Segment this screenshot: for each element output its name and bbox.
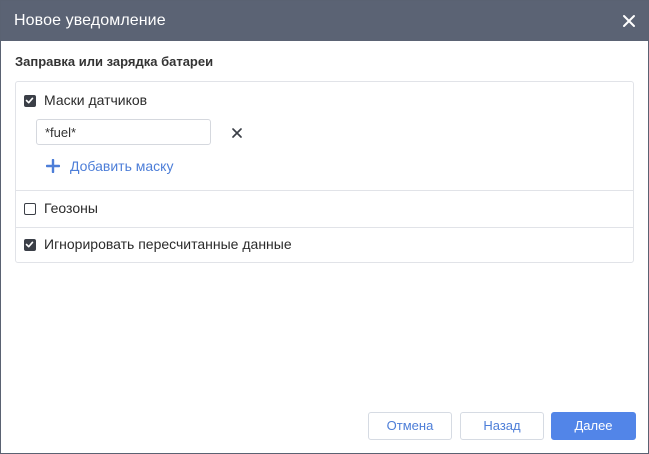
- add-mask-label: Добавить маску: [70, 158, 174, 174]
- close-icon[interactable]: [620, 12, 638, 30]
- cancel-button[interactable]: Отмена: [368, 412, 452, 440]
- close-icon[interactable]: [231, 126, 243, 138]
- new-notification-dialog: Новое уведомление Заправка или зарядка б…: [0, 0, 649, 454]
- geofences-checkbox[interactable]: [24, 203, 36, 215]
- ignore-recalculated-row: Игнорировать пересчитанные данные: [16, 227, 633, 263]
- sensor-masks-checkbox[interactable]: [24, 95, 36, 107]
- plus-icon: [45, 158, 61, 174]
- dialog-title: Новое уведомление: [14, 12, 166, 29]
- geofences-row: Геозоны: [16, 190, 633, 228]
- sensor-mask-input[interactable]: [36, 119, 211, 145]
- dialog-titlebar: Новое уведомление: [1, 1, 648, 41]
- section-title: Заправка или зарядка батареи: [15, 54, 214, 69]
- geofences-label: Геозоны: [44, 200, 98, 216]
- sensor-masks-row: Маски датчиков Добавить маску: [16, 82, 633, 190]
- ignore-recalculated-label: Игнорировать пересчитанные данные: [44, 236, 292, 252]
- next-button[interactable]: Далее: [551, 412, 636, 440]
- ignore-recalculated-checkbox[interactable]: [24, 239, 36, 251]
- options-panel: Маски датчиков Добавить маску Геозоны: [15, 81, 634, 263]
- back-button[interactable]: Назад: [460, 412, 544, 440]
- sensor-masks-label: Маски датчиков: [44, 92, 148, 108]
